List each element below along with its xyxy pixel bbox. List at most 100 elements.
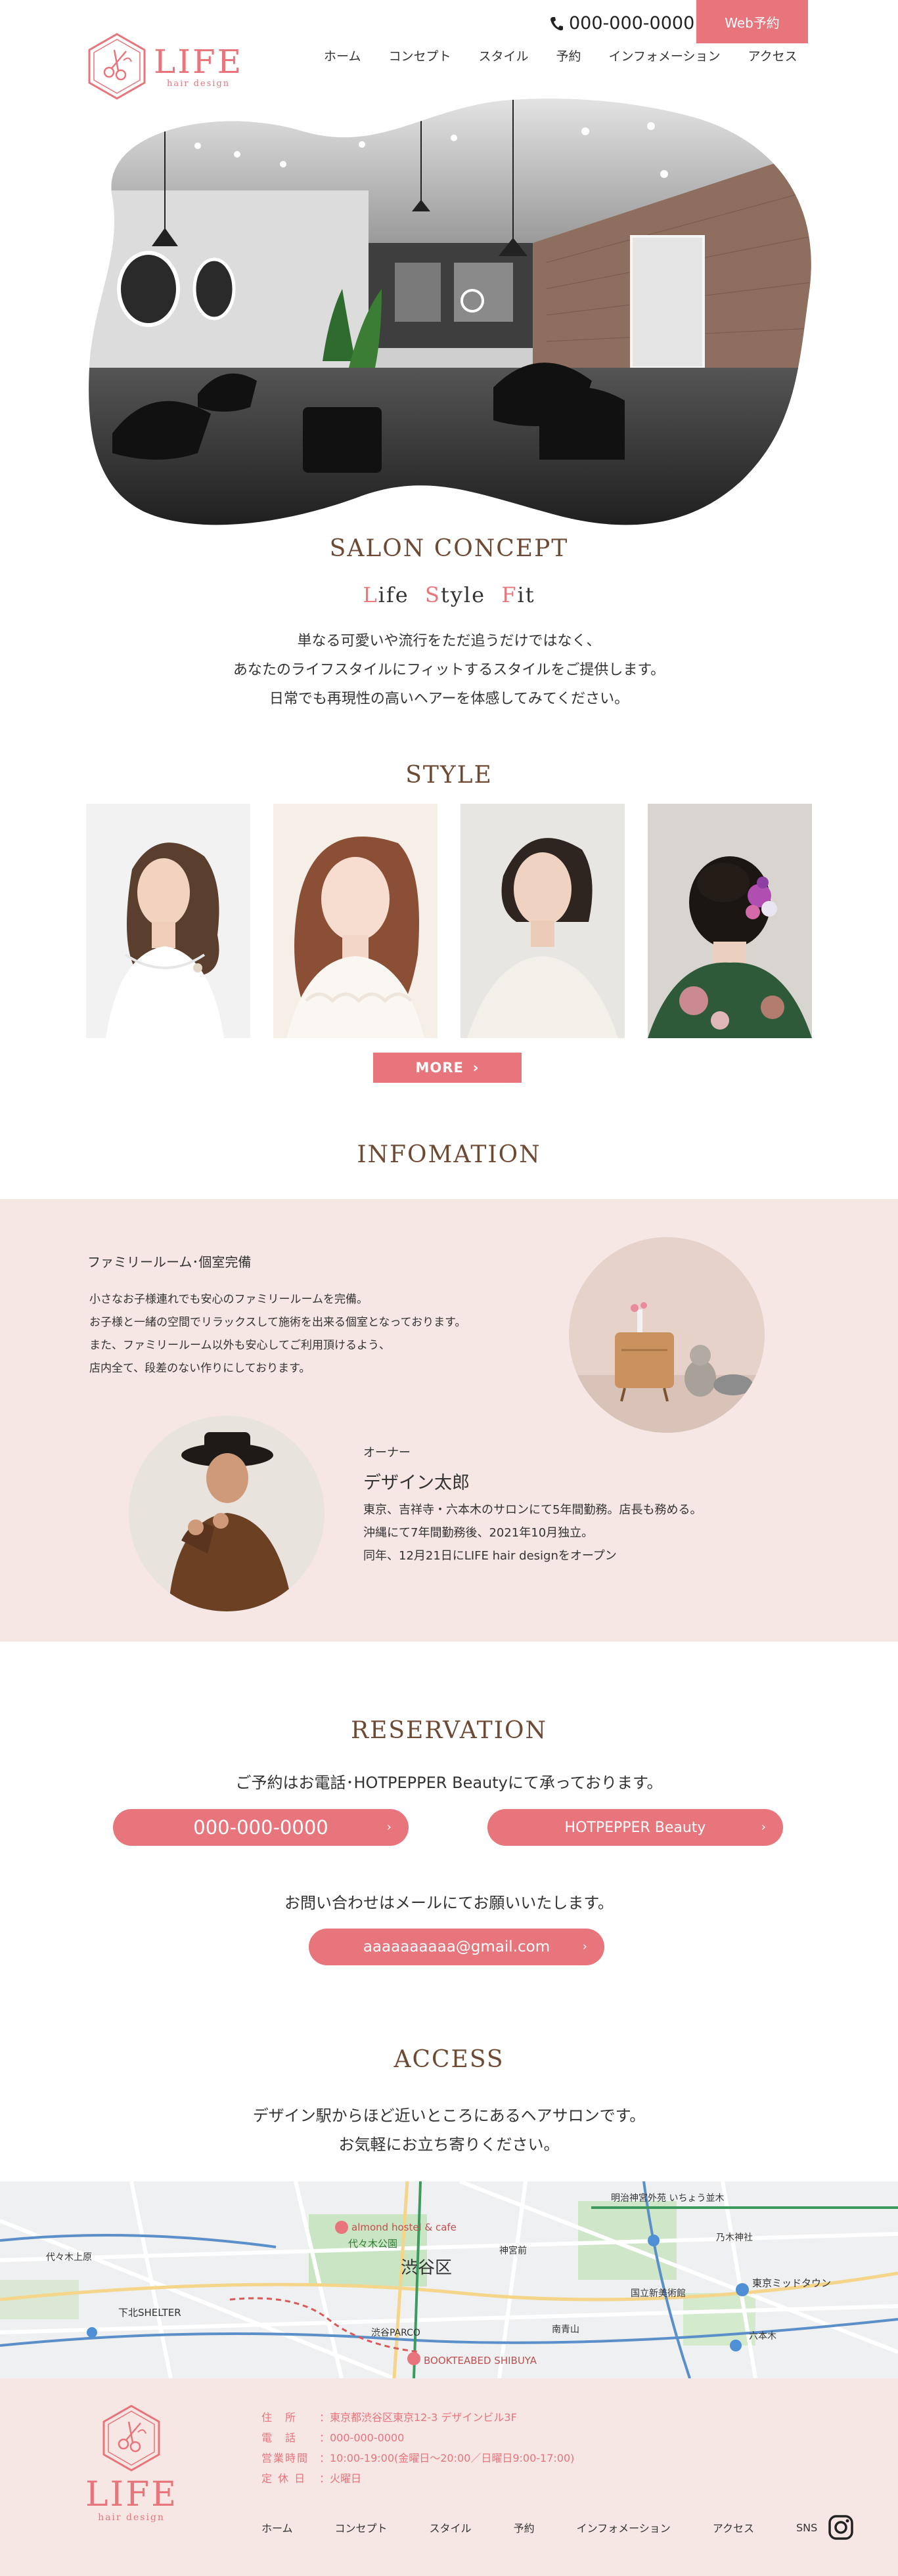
map-label: 明治神宮外苑 いちょう並木 bbox=[611, 2193, 724, 2204]
footer-info-value: ：東京都渋谷区東京12-3 デザインビル3F bbox=[319, 2411, 517, 2424]
page: LIFE hair design 000-000-0000 Web予約 ホーム … bbox=[0, 0, 898, 2576]
scissors-logo-icon bbox=[102, 2405, 160, 2472]
footer-address: 住 所 ：東京都渋谷区東京12-3 デザインビル3F bbox=[261, 2407, 574, 2428]
owner-role: オーナー bbox=[363, 1446, 411, 1460]
style-photo-1[interactable] bbox=[86, 804, 250, 1038]
map-label: 南青山 bbox=[552, 2325, 579, 2335]
tagline-rest-l: ife bbox=[378, 582, 409, 607]
instagram-icon[interactable] bbox=[828, 2514, 854, 2541]
footer-info-label: 営業時間 bbox=[261, 2452, 309, 2464]
owner-profile: 東京、吉祥寺・六本木のサロンにて5年間勤務。店長も務める。 沖縄にて7年間勤務後… bbox=[363, 1498, 702, 1567]
tagline-initial-f: F bbox=[501, 582, 518, 607]
family-room-photo bbox=[569, 1237, 765, 1433]
access-line: お気軽にお立ち寄りください。 bbox=[338, 2135, 560, 2154]
map-label: 代々木公園 bbox=[348, 2238, 397, 2250]
footer-nav-concept[interactable]: コンセプト bbox=[335, 2520, 388, 2535]
access-title: ACCESS bbox=[393, 2046, 505, 2073]
footer-info-value: ：10:00-19:00(金曜日～20:00／日曜日9:00-17:00) bbox=[319, 2452, 575, 2464]
footer-info-value: ：000-000-0000 bbox=[319, 2432, 405, 2444]
chevron-right-icon: › bbox=[582, 1940, 587, 1954]
info-heading: ファミリールーム･個室完備 bbox=[87, 1254, 252, 1270]
chevron-right-icon: › bbox=[472, 1060, 480, 1076]
footer-logo[interactable]: LIFE hair design bbox=[85, 2403, 177, 2523]
map-label: 神宮前 bbox=[499, 2245, 527, 2256]
nav-concept[interactable]: コンセプト bbox=[388, 47, 451, 64]
footer-holiday: 定 休 日 ：火曜日 bbox=[261, 2468, 574, 2489]
footer-shop-info: 住 所 ：東京都渋谷区東京12-3 デザインビル3F 電 話 ：000-000-00… bbox=[261, 2407, 574, 2489]
concept-title: SALON CONCEPT bbox=[329, 535, 569, 562]
mail-lead: お問い合わせはメールにてお願いいたします。 bbox=[284, 1894, 614, 1912]
owner-name: デザイン太郎 bbox=[363, 1473, 470, 1493]
nav-access[interactable]: アクセス bbox=[748, 47, 797, 64]
style-photo-4[interactable] bbox=[648, 804, 812, 1038]
map-label: 国立新美術館 bbox=[631, 2288, 686, 2299]
chevron-right-icon: › bbox=[761, 1820, 766, 1834]
footer-nav-information[interactable]: インフォメーション bbox=[577, 2520, 671, 2535]
info-line: 小さなお子様連れでも安心のファミリールームを完備。 bbox=[89, 1293, 368, 1306]
tagline-rest-f: it bbox=[517, 582, 535, 607]
map-label: 六本木 bbox=[749, 2331, 776, 2342]
footer-nav-style[interactable]: スタイル bbox=[430, 2520, 472, 2535]
map-label: almond hostel & cafe bbox=[351, 2221, 457, 2233]
site-header: LIFE hair design 000-000-0000 Web予約 ホーム … bbox=[0, 0, 898, 100]
tel-label: 000-000-0000 bbox=[193, 1816, 328, 1839]
access-description: デザイン駅からほど近いところにあるヘアサロンです。 お気軽にお立ち寄りください。 bbox=[0, 2101, 898, 2159]
style-gallery bbox=[86, 804, 812, 1038]
phone-icon bbox=[550, 16, 563, 30]
footer-info-label: 住 所 bbox=[261, 2411, 298, 2424]
map-label: 代々木上原 bbox=[46, 2252, 92, 2263]
footer-nav-access[interactable]: アクセス bbox=[713, 2520, 754, 2535]
footer-hours: 営業時間 ：10:00-19:00(金曜日～20:00／日曜日9:00-17:00… bbox=[261, 2448, 574, 2468]
owner-photo bbox=[129, 1416, 325, 1611]
hotpepper-button[interactable]: HOTPEPPER Beauty › bbox=[487, 1809, 783, 1846]
footer-nav-sns[interactable]: SNS bbox=[796, 2521, 817, 2534]
tagline-initial-l: L bbox=[363, 582, 378, 607]
owner-line: 同年、12月21日にLIFE hair designをオープン bbox=[363, 1549, 617, 1563]
nav-information[interactable]: インフォメーション bbox=[608, 47, 720, 64]
global-nav: ホーム コンセプト スタイル 予約 インフォメーション アクセス bbox=[324, 47, 797, 64]
map-label: 渋谷PARCO bbox=[371, 2328, 420, 2338]
footer-info-value: ：火曜日 bbox=[319, 2472, 362, 2485]
style-photo-2[interactable] bbox=[273, 804, 438, 1038]
owner-line: 東京、吉祥寺・六本木のサロンにて5年間勤務。店長も務める。 bbox=[363, 1503, 702, 1517]
footer-logo-word: LIFE bbox=[85, 2475, 179, 2514]
style-title: STYLE bbox=[405, 762, 493, 789]
style-more-button[interactable]: MORE › bbox=[373, 1053, 522, 1083]
reservation-title: RESERVATION bbox=[351, 1717, 547, 1744]
tel-button[interactable]: 000-000-0000 › bbox=[113, 1809, 409, 1846]
footer-nav-home[interactable]: ホーム bbox=[261, 2520, 293, 2535]
footer-logo-subtitle: hair design bbox=[98, 2512, 165, 2523]
tagline-rest-s: tyle bbox=[440, 582, 485, 607]
site-logo[interactable]: LIFE hair design bbox=[85, 32, 243, 101]
info-line: 店内全て、段差のない作りにしております。 bbox=[89, 1362, 311, 1375]
map-label: BOOKTEABED SHIBUYA bbox=[424, 2355, 537, 2367]
hotpepper-label: HOTPEPPER Beauty bbox=[564, 1819, 706, 1836]
map-label: 乃木神社 bbox=[716, 2233, 753, 2243]
info-description: 小さなお子様連れでも安心のファミリールームを完備。 お子様と一緒の空間でリラック… bbox=[89, 1288, 466, 1380]
map-label: 下北SHELTER bbox=[118, 2307, 181, 2319]
access-map[interactable]: 渋谷区 BOOKTEABED SHIBUYA almond hostel & c… bbox=[0, 2181, 898, 2378]
concept-description: 単なる可愛いや流行をただ追うだけではなく、 あなたのライフスタイルにフィットする… bbox=[0, 627, 898, 714]
concept-line: あなたのライフスタイルにフィットするスタイルをご提供します。 bbox=[233, 662, 665, 678]
footer-info-label: 電 話 bbox=[261, 2432, 298, 2444]
info-line: また、ファミリールーム以外も安心してご利用頂けるよう、 bbox=[89, 1339, 390, 1352]
nav-style[interactable]: スタイル bbox=[478, 47, 528, 64]
style-photo-3[interactable] bbox=[460, 804, 625, 1038]
nav-home[interactable]: ホーム bbox=[324, 47, 361, 64]
footer-nav: ホーム コンセプト スタイル 予約 インフォメーション アクセス SNS bbox=[261, 2514, 854, 2541]
header-phone[interactable]: 000-000-0000 bbox=[549, 13, 694, 33]
nav-reservation[interactable]: 予約 bbox=[556, 47, 581, 64]
web-reserve-button[interactable]: Web予約 bbox=[696, 0, 808, 43]
mail-button[interactable]: aaaaaaaaaa@gmail.com › bbox=[309, 1929, 604, 1965]
map-district-label: 渋谷区 bbox=[401, 2258, 452, 2278]
hero-salon-image bbox=[86, 92, 812, 535]
footer-info-label: 定 休 日 bbox=[261, 2472, 307, 2485]
scissors-logo-icon bbox=[88, 33, 146, 100]
more-label: MORE bbox=[415, 1060, 464, 1076]
logo-subtitle: hair design bbox=[166, 78, 231, 89]
footer-nav-reservation[interactable]: 予約 bbox=[514, 2520, 535, 2535]
concept-line: 日常でも再現性の高いヘアーを体感してみてください。 bbox=[269, 691, 629, 707]
concept-tagline: Life Style Fit bbox=[0, 582, 898, 607]
tagline-initial-s: S bbox=[424, 582, 441, 607]
info-title: INFOMATION bbox=[357, 1141, 541, 1168]
